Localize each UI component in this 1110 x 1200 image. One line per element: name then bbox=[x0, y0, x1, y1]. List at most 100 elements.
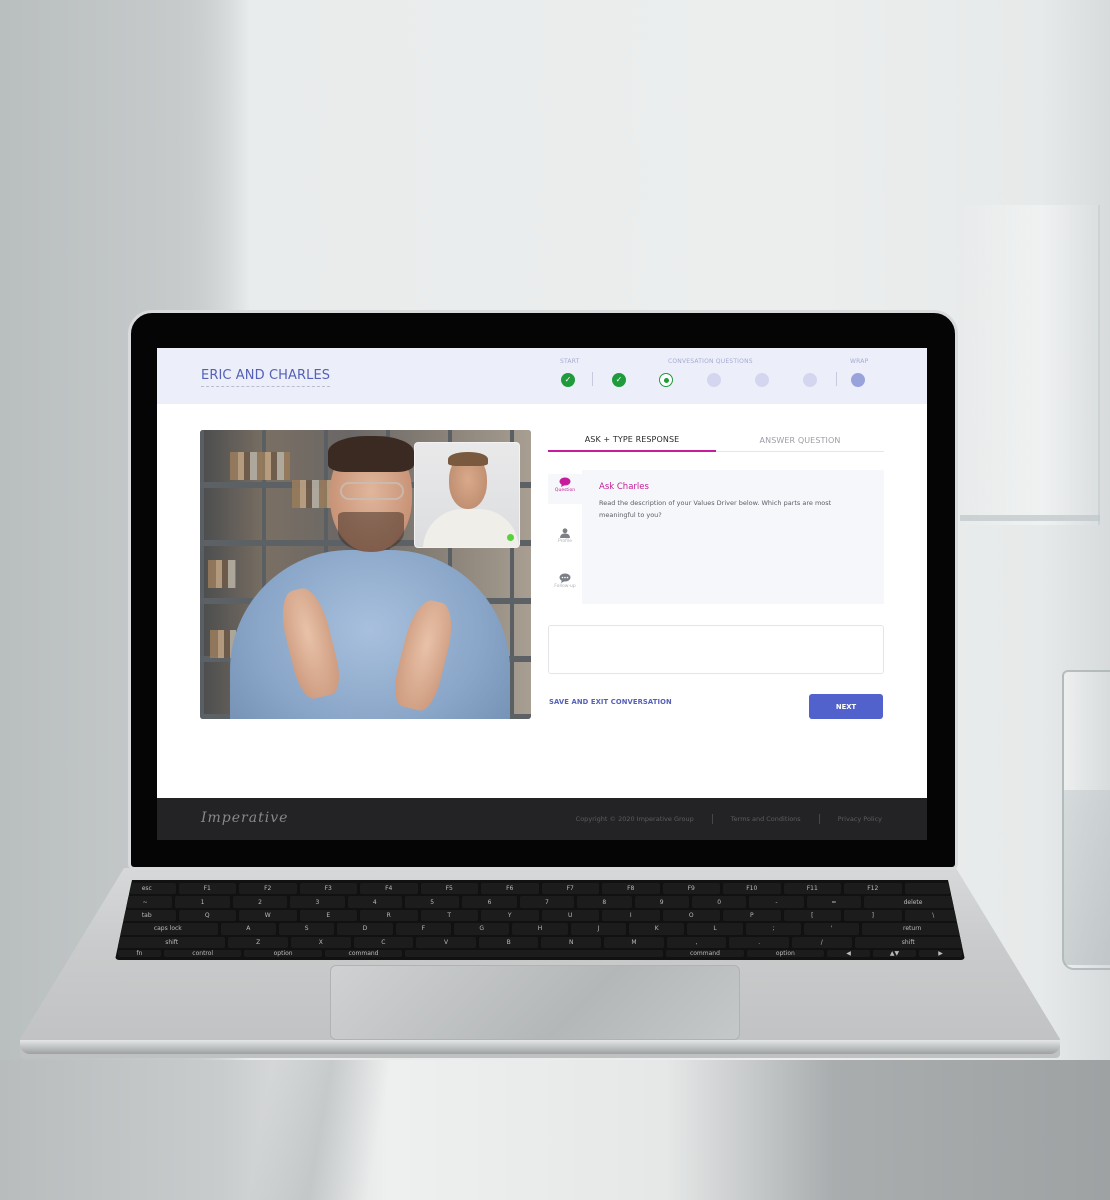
chat-bubble-icon bbox=[559, 477, 571, 487]
keyboard-key: M bbox=[604, 936, 664, 948]
laptop-base-edge bbox=[20, 1040, 1060, 1054]
video-pip-charles[interactable] bbox=[414, 442, 520, 548]
keyboard-key: return bbox=[862, 923, 962, 935]
keyboard-row: caps lock A S D F G H J K L; ' return bbox=[118, 923, 962, 935]
step-label-start: START bbox=[560, 358, 580, 365]
keyboard-key: F9 bbox=[662, 883, 720, 895]
footer-divider bbox=[711, 814, 713, 824]
keyboard-key: N bbox=[541, 936, 602, 948]
participant-eric-beard bbox=[338, 512, 404, 552]
keyboard-key: F2 bbox=[239, 883, 297, 895]
keyboard-key: 0 bbox=[691, 896, 747, 908]
keyboard-key: 6 bbox=[462, 896, 517, 908]
keyboard-key: F5 bbox=[420, 883, 478, 895]
glass-water bbox=[1064, 790, 1110, 965]
keyboard-key: F11 bbox=[783, 883, 841, 895]
keyboard-key: K bbox=[629, 923, 685, 935]
keyboard-key: E bbox=[299, 909, 357, 922]
laptop-trackpad bbox=[330, 965, 740, 1040]
step-dot-wrap[interactable] bbox=[851, 373, 865, 387]
side-nav-follow-up[interactable]: Follow-up bbox=[548, 570, 582, 600]
step-dot-1[interactable] bbox=[561, 373, 575, 387]
privacy-link[interactable]: Privacy Policy bbox=[838, 815, 882, 823]
keyboard-row: ~1 2 3 4 5 6 7 8 9 0- = delete bbox=[118, 896, 962, 908]
step-dot-5[interactable] bbox=[755, 373, 769, 387]
side-nav-label: Follow-up bbox=[554, 584, 576, 589]
side-nav-profile[interactable]: Profile bbox=[548, 525, 582, 555]
keyboard-key: shift bbox=[854, 936, 962, 948]
keyboard-key: W bbox=[239, 909, 297, 922]
question-text: Read the description of your Values Driv… bbox=[599, 499, 832, 519]
step-dot-6[interactable] bbox=[803, 373, 817, 387]
terms-link[interactable]: Terms and Conditions bbox=[731, 815, 801, 823]
keyboard-key: Q bbox=[178, 909, 236, 922]
keyboard-row: tab Q W E R T Y U I O P[] \ bbox=[118, 909, 962, 922]
save-and-exit-link[interactable]: SAVE AND EXIT CONVERSATION bbox=[549, 698, 672, 706]
keyboard-key: ] bbox=[844, 909, 902, 922]
keyboard-key: delete bbox=[864, 896, 962, 908]
response-input[interactable] bbox=[548, 625, 884, 674]
keyboard-key: . bbox=[729, 936, 789, 948]
table-surface bbox=[0, 1060, 1110, 1200]
keyboard-key: R bbox=[360, 909, 418, 922]
keyboard-key: C bbox=[353, 936, 414, 948]
card-side-nav: Question Profile Follow-up bbox=[548, 470, 582, 604]
books bbox=[230, 452, 290, 480]
tab-answer-question[interactable]: ANSWER QUESTION bbox=[716, 428, 884, 452]
laptop-keyboard: esc F1 F2 F3 F4 F5 F6 F7 F8 F9 F10 F11 F12 ~1 2 3 4 5 6 7 8 9… bbox=[115, 880, 965, 960]
keyboard-key: option bbox=[244, 949, 322, 957]
side-nav-question[interactable]: Question bbox=[548, 474, 582, 504]
step-separator bbox=[836, 372, 837, 386]
tab-ask-type-response[interactable]: ASK + TYPE RESPONSE bbox=[548, 428, 716, 452]
keyboard-key: F6 bbox=[481, 883, 539, 895]
keyboard-key: \ bbox=[904, 909, 962, 922]
video-call-main bbox=[200, 430, 531, 719]
keyboard-key: D bbox=[337, 923, 393, 935]
side-nav-label: Question bbox=[554, 488, 576, 493]
keyboard-row: fn control option command command option ◀ ▲▼ ▶ bbox=[118, 949, 963, 957]
keyboard-key bbox=[405, 949, 664, 957]
keyboard-key: ▶ bbox=[919, 949, 963, 957]
participant-eric-glasses bbox=[340, 482, 404, 500]
keyboard-key: 4 bbox=[347, 896, 402, 908]
keyboard-key: command bbox=[324, 949, 403, 957]
carafe-water-line bbox=[960, 515, 1100, 521]
keyboard-key: shift bbox=[118, 936, 226, 948]
keyboard-key: 2 bbox=[232, 896, 288, 908]
keyboard-key: G bbox=[453, 923, 510, 935]
keyboard-key: ' bbox=[804, 923, 860, 935]
keyboard-key: F8 bbox=[602, 883, 660, 895]
keyboard-key: Y bbox=[481, 909, 539, 922]
step-dot-2[interactable] bbox=[612, 373, 626, 387]
keyboard-key: - bbox=[749, 896, 804, 908]
keyboard-key: F3 bbox=[299, 883, 357, 895]
keyboard-key: fn bbox=[118, 949, 161, 957]
next-button[interactable]: NEXT bbox=[809, 694, 883, 719]
participant-charles-body bbox=[423, 509, 519, 547]
keyboard-key: tab bbox=[118, 909, 176, 922]
participant-charles-hair bbox=[448, 452, 488, 466]
online-status-icon bbox=[507, 534, 514, 541]
books bbox=[208, 560, 236, 588]
keyboard-key: S bbox=[278, 923, 335, 935]
keyboard-key: 8 bbox=[577, 896, 632, 908]
step-dot-3[interactable] bbox=[659, 373, 673, 387]
glass-carafe bbox=[960, 205, 1100, 525]
step-dot-4[interactable] bbox=[707, 373, 721, 387]
chat-dots-icon bbox=[559, 573, 571, 583]
participant-eric-hair bbox=[328, 436, 414, 472]
keyboard-key: caps lock bbox=[118, 923, 218, 935]
app-header: ERIC AND CHARLES START CONVESATION QUEST… bbox=[157, 348, 927, 404]
keyboard-key: 1 bbox=[175, 896, 230, 908]
keyboard-key: ◀ bbox=[827, 949, 871, 957]
step-label-wrap: WRAP bbox=[850, 358, 869, 365]
step-separator bbox=[592, 372, 593, 386]
keyboard-key: F10 bbox=[723, 883, 781, 895]
imperative-logo[interactable]: Imperative bbox=[201, 810, 288, 826]
keyboard-row: shift Z X C V B N M,. / shift bbox=[118, 936, 962, 948]
keyboard-key: command bbox=[666, 949, 744, 957]
keyboard-key: I bbox=[602, 909, 660, 922]
keyboard-key: P bbox=[723, 909, 781, 922]
copyright-text: Copyright © 2020 Imperative Group bbox=[575, 815, 694, 823]
keyboard-key: J bbox=[570, 923, 627, 935]
